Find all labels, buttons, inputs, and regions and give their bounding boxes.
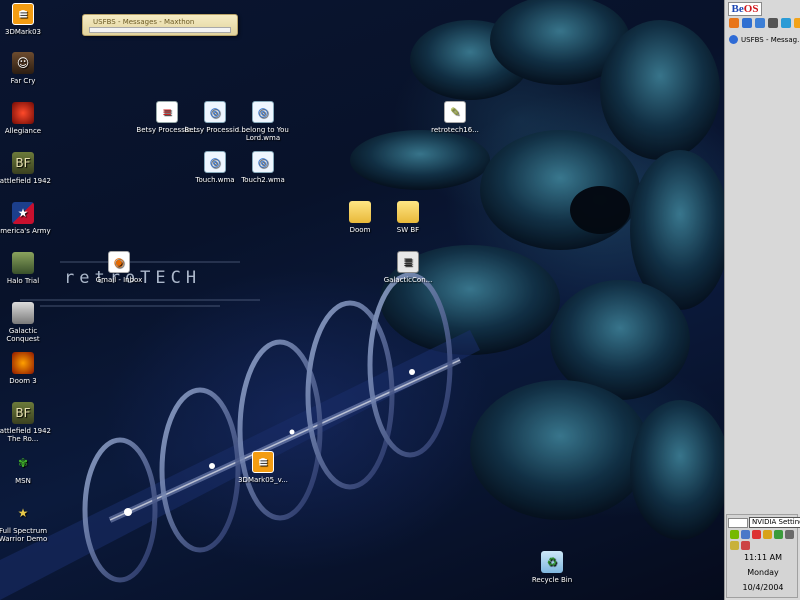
nvidia-icon[interactable] bbox=[730, 530, 739, 539]
desktop-icon-msn[interactable]: ✾ MSN bbox=[0, 452, 54, 485]
icon-label: 3DMark03 bbox=[4, 28, 41, 36]
be-logo-os: OS bbox=[743, 3, 759, 15]
desktop-icon-3dmark05[interactable]: 3DMark05_v... bbox=[232, 451, 294, 484]
task-label: USFBS - Messag... bbox=[741, 35, 799, 44]
icon-label: America's Army bbox=[0, 227, 51, 235]
image-file-icon: ✎ bbox=[444, 101, 466, 123]
icon-label: Allegiance bbox=[4, 127, 42, 135]
firefox-icon[interactable] bbox=[729, 18, 739, 28]
messenger-icon[interactable] bbox=[781, 18, 791, 28]
media-player-icon[interactable] bbox=[768, 18, 778, 28]
icon-label: Battlefield 1942 bbox=[0, 177, 51, 185]
icon-label: Touch2.wma bbox=[241, 176, 285, 184]
desktop-wallpaper: retroTECH bbox=[0, 0, 724, 600]
icon-label: Doom 3 bbox=[9, 377, 37, 385]
clock-date: 10/4/2004 bbox=[742, 583, 784, 592]
icon-label: Touch.wma bbox=[195, 176, 235, 184]
clock-day: Monday bbox=[747, 568, 779, 577]
desktop-icon-doom3[interactable]: Doom 3 bbox=[0, 352, 54, 385]
taskbar-window-entry[interactable]: USFBS - Messag... bbox=[727, 33, 799, 46]
text-file-icon: ≣ bbox=[397, 251, 419, 273]
app-tray-icon[interactable] bbox=[741, 541, 750, 550]
battlefield-icon: BF bbox=[12, 152, 34, 174]
doom3-icon bbox=[12, 352, 34, 374]
clock-time: 11:11 AM bbox=[744, 553, 782, 562]
wma-file-icon: ◎ bbox=[252, 101, 274, 123]
icon-label: Full Spectrum Warrior Demo bbox=[0, 527, 48, 543]
wma-file-icon: ◎ bbox=[252, 151, 274, 173]
icon-label: SW BF bbox=[396, 226, 420, 234]
3dmark-icon bbox=[252, 451, 274, 473]
network-icon[interactable] bbox=[741, 530, 750, 539]
icon-label: Gmail - Inbox bbox=[95, 276, 143, 284]
web-shortcut-icon: ◉ bbox=[108, 251, 130, 273]
icon-label: Doom bbox=[349, 226, 371, 234]
icon-label: I belong to You Lord.wma bbox=[237, 126, 289, 142]
icon-label: Galactic Conquest bbox=[6, 327, 40, 343]
tray-tooltip: NVIDIA Settings bbox=[749, 517, 800, 528]
volume-icon[interactable] bbox=[752, 530, 761, 539]
galactic-conquest-icon bbox=[12, 302, 34, 324]
desktop-icon-battlefield-1942[interactable]: BF Battlefield 1942 bbox=[0, 152, 54, 185]
icon-label: retrotech16... bbox=[431, 126, 479, 134]
messenger-tray-icon[interactable] bbox=[774, 530, 783, 539]
update-icon[interactable] bbox=[730, 541, 739, 550]
clock[interactable]: 11:11 AM Monday 10/4/2004 bbox=[727, 553, 799, 598]
icon-label: Halo Trial bbox=[6, 277, 40, 285]
far-cry-icon: ☺ bbox=[12, 52, 34, 74]
msn-butterfly-icon: ✾ bbox=[17, 456, 29, 470]
wma-file-icon: ◎ bbox=[204, 101, 226, 123]
desktop-icon-gmail[interactable]: ◉ Gmail - Inbox bbox=[88, 251, 150, 284]
halo-icon bbox=[12, 252, 34, 274]
be-logo-be: Be bbox=[731, 3, 744, 15]
document-icon: ≡ bbox=[156, 101, 178, 123]
deskbar: BeOS USFBS - Messag... bbox=[724, 0, 800, 600]
star-icon: ★ bbox=[17, 506, 29, 520]
allegiance-icon bbox=[12, 102, 34, 124]
window-title: USFBS - Messages - Maxthon bbox=[93, 18, 195, 26]
americas-army-icon: ★ bbox=[12, 202, 34, 224]
msn-icon[interactable] bbox=[794, 18, 800, 28]
icon-label: Battlefield 1942 The Ro... bbox=[0, 427, 51, 443]
quick-launch-bar bbox=[729, 18, 800, 28]
system-tray: NVIDIA Settings 11:11 AM Monday 10/4/200… bbox=[726, 514, 800, 598]
icon-label: Recycle Bin bbox=[531, 576, 573, 584]
desktop-icon-recycle-bin[interactable]: ♻ Recycle Bin bbox=[521, 551, 583, 584]
desktop-icon-retrotech-image[interactable]: ✎ retrotech16... bbox=[424, 101, 486, 134]
desktop-icon-i-belong-wma[interactable]: ◎ I belong to You Lord.wma bbox=[232, 101, 294, 142]
maxthon-icon[interactable] bbox=[755, 18, 765, 28]
recycle-bin-icon: ♻ bbox=[541, 551, 563, 573]
desktop-icon-3dmark03[interactable]: 3DMark03 bbox=[0, 3, 54, 36]
icon-label: GalacticCon... bbox=[383, 276, 433, 284]
tray-icons bbox=[730, 530, 798, 550]
ie-icon[interactable] bbox=[742, 18, 752, 28]
desktop-icon-full-spectrum-warrior[interactable]: ★ Full Spectrum Warrior Demo bbox=[0, 502, 54, 543]
antivirus-icon[interactable] bbox=[763, 530, 772, 539]
desktop-icon-americas-army[interactable]: ★ America's Army bbox=[0, 202, 54, 235]
folder-icon bbox=[397, 201, 419, 223]
wallpaper-art bbox=[0, 0, 724, 600]
icon-label: MSN bbox=[15, 477, 31, 485]
icon-label: 3DMark05_v... bbox=[238, 476, 288, 484]
window-progress-bar bbox=[89, 27, 231, 33]
desktop-icon-swbf-folder[interactable]: SW BF bbox=[377, 201, 439, 234]
maxthon-icon bbox=[729, 35, 738, 44]
tray-input-box[interactable] bbox=[728, 517, 748, 528]
icon-label: Far Cry bbox=[10, 77, 36, 85]
desktop-icon-touch2-wma[interactable]: ◎ Touch2.wma bbox=[232, 151, 294, 184]
folder-icon bbox=[349, 201, 371, 223]
desktop-icon-battlefield-road[interactable]: BF Battlefield 1942 The Ro... bbox=[0, 402, 54, 443]
browser-mini-window[interactable]: USFBS - Messages - Maxthon bbox=[82, 14, 238, 36]
battlefield-icon: BF bbox=[12, 402, 34, 424]
be-menu-button[interactable]: BeOS bbox=[728, 2, 762, 16]
desktop-icon-allegiance[interactable]: Allegiance bbox=[0, 102, 54, 135]
3dmark-icon bbox=[12, 3, 34, 25]
desktop-icon-galacticcon-file[interactable]: ≣ GalacticCon... bbox=[377, 251, 439, 284]
desktop-icon-halo-trial[interactable]: Halo Trial bbox=[0, 252, 54, 285]
desktop-icon-far-cry[interactable]: ☺ Far Cry bbox=[0, 52, 54, 85]
wma-file-icon: ◎ bbox=[204, 151, 226, 173]
display-icon[interactable] bbox=[785, 530, 794, 539]
desktop-icon-galactic-conquest[interactable]: Galactic Conquest bbox=[0, 302, 54, 343]
